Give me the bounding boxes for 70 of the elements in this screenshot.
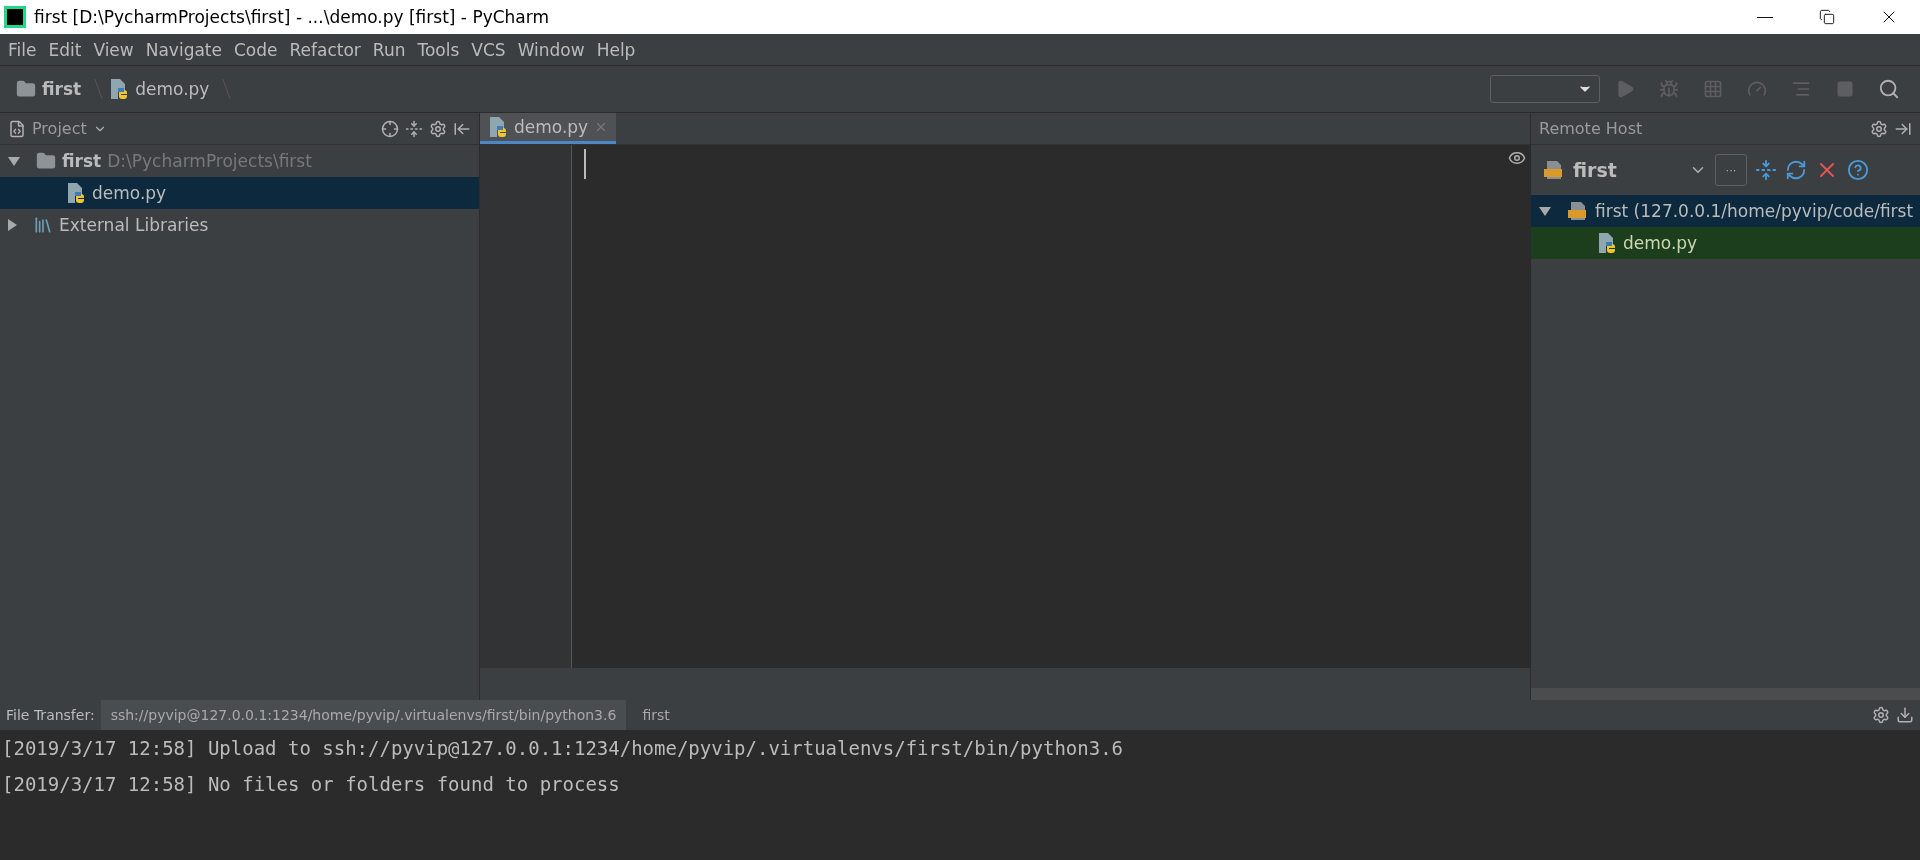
collapse-all-icon[interactable] — [405, 119, 423, 138]
folder-icon — [36, 151, 56, 171]
refresh-icon[interactable] — [1785, 159, 1807, 181]
eye-icon[interactable] — [1508, 149, 1526, 167]
menu-item[interactable]: Tools — [411, 39, 466, 60]
tree-item-path: D:\PycharmProjects\first — [107, 151, 312, 171]
menu-item[interactable]: Help — [590, 39, 642, 60]
server-name: first — [1573, 159, 1618, 181]
search-icon — [1878, 78, 1900, 100]
python-file-icon — [1597, 232, 1617, 254]
menu-item[interactable]: Code — [228, 39, 284, 60]
panel-title[interactable]: Project — [32, 119, 87, 138]
menu-item[interactable]: VCS — [465, 39, 512, 60]
menu-item[interactable]: View — [87, 39, 140, 60]
folder-icon — [16, 79, 36, 99]
scrollbar[interactable] — [1531, 688, 1920, 700]
breadcrumb[interactable]: demo.py — [105, 78, 214, 100]
tree-item-label: first (127.0.0.1/home/pyvip/code/first — [1595, 201, 1914, 221]
sftp-server-icon — [1543, 159, 1565, 181]
breadcrumb[interactable]: first — [12, 79, 86, 99]
tree-item[interactable]: demo.py — [0, 177, 479, 209]
collapse-arrow-icon[interactable] — [8, 156, 20, 166]
tree-item-label: demo.py — [92, 183, 167, 203]
python-file-icon — [488, 116, 508, 138]
minimize-icon — [1757, 16, 1773, 18]
python-file-icon — [66, 182, 86, 204]
collapse-all-icon[interactable] — [1755, 159, 1777, 181]
python-file-icon — [109, 78, 130, 100]
download-icon[interactable] — [1896, 706, 1914, 724]
transfer-tab[interactable]: first — [632, 700, 680, 730]
menu-item[interactable]: Edit — [42, 39, 88, 60]
settings-icon[interactable] — [429, 119, 447, 138]
menu-item[interactable]: Run — [366, 39, 412, 60]
app-logo-icon — [4, 6, 26, 28]
grid-icon — [1703, 79, 1723, 99]
tree-item[interactable]: first D:\PycharmProjects\first — [0, 145, 479, 177]
bug-icon — [1659, 79, 1679, 99]
more-button[interactable]: ··· — [1715, 154, 1747, 186]
window-title: first [D:\PycharmProjects\first] - ...\demo.py [first] - PyCharm — [33, 7, 550, 27]
expand-arrow-icon[interactable] — [8, 219, 17, 231]
tree-item-label: demo.py — [1623, 233, 1698, 253]
menu-item[interactable]: Window — [511, 39, 591, 60]
menu-item[interactable]: Refactor — [283, 39, 367, 60]
locate-icon[interactable] — [381, 119, 399, 138]
menu-item[interactable]: File — [2, 39, 43, 60]
settings-icon[interactable] — [1872, 706, 1890, 724]
help-icon[interactable] — [1847, 159, 1869, 181]
transfer-tab[interactable]: ssh://pyvip@127.0.0.1:1234/home/pyvip/.virtualenvs/first/bin/python3.6 — [100, 700, 627, 730]
gauge-icon — [1747, 79, 1767, 99]
library-icon — [33, 215, 53, 235]
log-line: [2019/3/17 12:58] No files or folders found to process — [1, 772, 621, 797]
tree-item[interactable]: first (127.0.0.1/home/pyvip/code/first — [1531, 195, 1920, 227]
stop-icon — [1836, 80, 1854, 98]
play-icon — [1615, 79, 1635, 99]
sftp-server-icon — [1567, 200, 1589, 222]
menu-item[interactable]: Navigate — [139, 39, 228, 60]
text-caret — [584, 149, 586, 179]
panel-title: File Transfer: — [6, 707, 95, 723]
tree-item[interactable]: demo.py — [1531, 227, 1920, 259]
tree-item-label: first — [62, 151, 102, 171]
project-view-icon — [8, 119, 26, 138]
log-line: [2019/3/17 12:58] Upload to ssh://pyvip@127.0.0.1:1234/home/pyvip/.virtualenvs/first/bin/python3.6 — [1, 736, 1125, 761]
restore-icon — [1819, 9, 1835, 25]
tree-item[interactable]: External Libraries — [0, 209, 479, 241]
collapse-arrow-icon[interactable] — [1539, 206, 1551, 216]
lines-icon — [1791, 79, 1811, 99]
panel-title: Remote Host — [1539, 119, 1643, 138]
editor-tab[interactable]: demo.py — [480, 113, 617, 144]
tree-item-label: External Libraries — [59, 215, 209, 235]
settings-icon[interactable] — [1870, 119, 1888, 138]
